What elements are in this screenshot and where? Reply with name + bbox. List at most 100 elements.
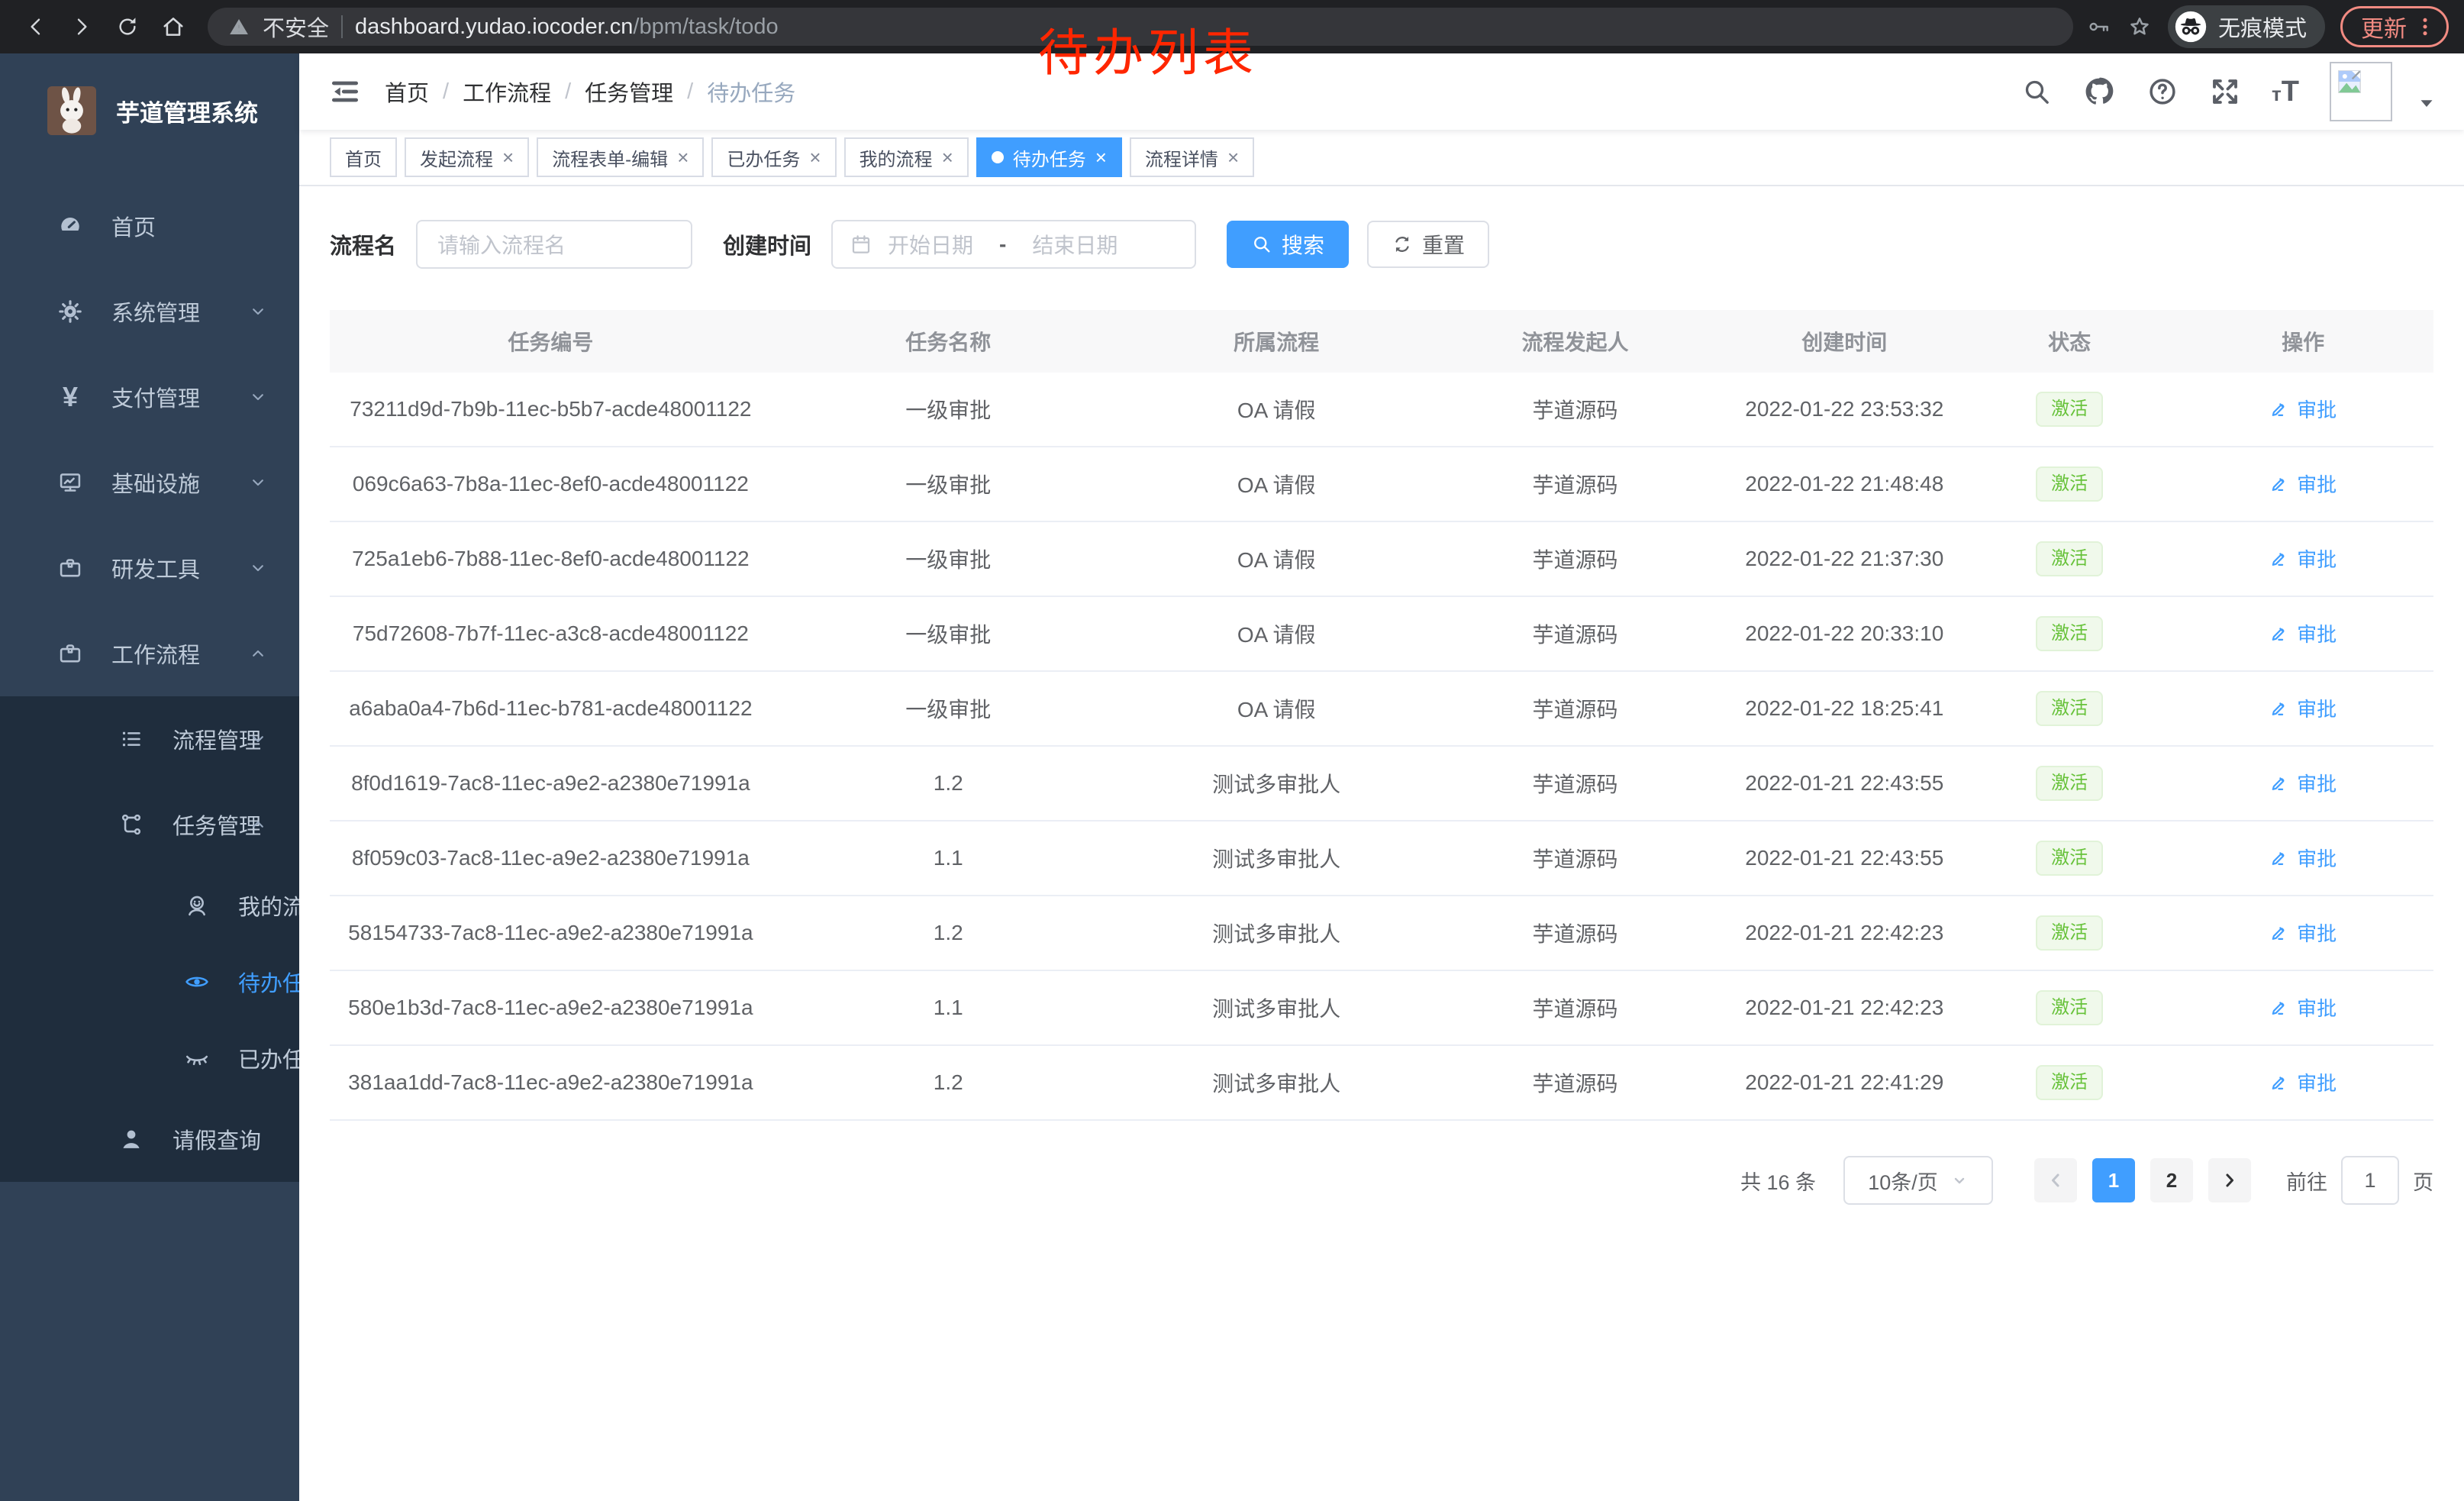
approve-button[interactable]: 审批 — [2269, 619, 2337, 647]
sidebar-item-infrastructure[interactable]: 基础设施 — [0, 440, 299, 525]
tab-todo-task[interactable]: 待办任务 × — [976, 137, 1122, 177]
date-range-input[interactable]: 开始日期 - 结束日期 — [831, 220, 1196, 269]
tab-label: 待办任务 — [1013, 144, 1086, 171]
approve-button[interactable]: 审批 — [2269, 544, 2337, 573]
more-vertical-icon[interactable] — [2413, 15, 2437, 39]
page-size-select[interactable]: 10条/页 — [1843, 1156, 1993, 1205]
sidebar-logo-row[interactable]: 芋道管理系统 — [0, 53, 299, 168]
incognito-badge[interactable]: 无痕模式 — [2168, 5, 2325, 48]
page-button-1[interactable]: 1 — [2092, 1158, 2135, 1202]
warning-icon — [227, 15, 250, 38]
address-bar[interactable]: 不安全 dashboard.yudao.iocoder.cn/bpm/task/… — [208, 8, 2073, 46]
approve-button[interactable]: 审批 — [2269, 395, 2337, 423]
approve-button[interactable]: 审批 — [2269, 918, 2337, 947]
top-navbar: 首页/ 工作流程/ 任务管理/ 待办任务 тT — [299, 53, 2464, 130]
sidebar-item-payment[interactable]: ¥支付管理 — [0, 354, 299, 440]
start-date-placeholder: 开始日期 — [888, 229, 973, 260]
cell: 芋道源码 — [1428, 1067, 1723, 1098]
caret-down-icon[interactable] — [2415, 92, 2438, 115]
approve-button[interactable]: 审批 — [2269, 694, 2337, 722]
fullscreen-icon[interactable] — [2209, 76, 2241, 108]
cell: 一级审批 — [772, 618, 1125, 649]
cell: OA 请假 — [1125, 544, 1428, 574]
sidebar: 芋道管理系统 首页系统管理¥支付管理基础设施研发工具工作流程流程管理任务管理我的… — [0, 53, 299, 1501]
cell: 测试多审批人 — [1125, 993, 1428, 1023]
search-button[interactable]: 搜索 — [1227, 221, 1349, 268]
cell: 测试多审批人 — [1125, 1067, 1428, 1098]
search-icon[interactable] — [2021, 76, 2052, 107]
sidebar-item-task-mgmt[interactable]: 任务管理 — [0, 782, 299, 867]
sidebar-toggle-icon[interactable] — [328, 75, 362, 108]
reload-icon[interactable] — [107, 6, 148, 47]
home-icon[interactable] — [153, 6, 194, 47]
key-icon[interactable] — [2087, 15, 2111, 39]
broken-image-icon — [2334, 66, 2365, 97]
table-header: 任务编号任务名称所属流程流程发起人创建时间状态操作 — [330, 310, 2433, 373]
cell: a6aba0a4-7b6d-11ec-b781-acde48001122 — [330, 696, 772, 721]
close-icon[interactable]: × — [502, 147, 514, 167]
monitor-icon — [53, 470, 87, 495]
cell: 芋道源码 — [1428, 693, 1723, 724]
sidebar-item-dev-tools[interactable]: 研发工具 — [0, 525, 299, 611]
tab-process-detail[interactable]: 流程详情× — [1130, 137, 1254, 177]
close-icon[interactable]: × — [1095, 147, 1107, 167]
goto-page-input[interactable]: 1 — [2341, 1156, 2399, 1205]
breadcrumb-home[interactable]: 首页 — [385, 76, 429, 108]
close-icon[interactable]: × — [677, 147, 689, 167]
url-path[interactable]: /bpm/task/todo — [633, 15, 778, 39]
user-icon — [114, 1126, 148, 1152]
next-page-button[interactable] — [2208, 1158, 2251, 1202]
column-header: 创建时间 — [1722, 326, 1966, 357]
approve-button[interactable]: 审批 — [2269, 769, 2337, 797]
status-badge: 激活 — [2036, 541, 2103, 577]
update-button[interactable]: 更新 — [2340, 6, 2449, 47]
sidebar-item-home[interactable]: 首页 — [0, 183, 299, 269]
chevron-down-icon — [247, 301, 269, 322]
tab-start-process[interactable]: 发起流程× — [405, 137, 529, 177]
back-icon[interactable] — [15, 6, 56, 47]
page-button-2[interactable]: 2 — [2150, 1158, 2193, 1202]
sidebar-item-workflow[interactable]: 工作流程 — [0, 611, 299, 696]
breadcrumb-workflow[interactable]: 工作流程 — [463, 76, 551, 108]
close-icon[interactable]: × — [809, 147, 821, 167]
sidebar-item-leave-query[interactable]: 请假查询 — [0, 1096, 299, 1182]
tab-form-edit[interactable]: 流程表单-编辑× — [537, 137, 704, 177]
table-body: 73211d9d-7b9b-11ec-b5b7-acde48001122一级审批… — [330, 373, 2433, 1121]
help-icon[interactable] — [2146, 76, 2179, 108]
close-icon[interactable]: × — [942, 147, 953, 167]
close-icon[interactable]: × — [1227, 147, 1239, 167]
approve-button[interactable]: 审批 — [2269, 1068, 2337, 1096]
approve-button[interactable]: 审批 — [2269, 844, 2337, 872]
breadcrumb-task-mgmt[interactable]: 任务管理 — [585, 76, 673, 108]
sidebar-item-done-task[interactable]: 已办任务 — [0, 1020, 299, 1096]
table-row: 8f0d1619-7ac8-11ec-a9e2-a2380e71991a1.2测… — [330, 747, 2433, 822]
sidebar-item-process-mgmt[interactable]: 流程管理 — [0, 696, 299, 782]
github-icon[interactable] — [2082, 75, 2116, 108]
total-count: 共 16 条 — [1740, 1166, 1816, 1196]
forward-icon[interactable] — [61, 6, 102, 47]
font-size-icon[interactable]: тT — [2272, 77, 2299, 106]
sidebar-item-todo-task[interactable]: 待办任务 — [0, 944, 299, 1020]
tab-my-process[interactable]: 我的流程× — [844, 137, 969, 177]
status-badge: 激活 — [2036, 616, 2103, 652]
tab-home[interactable]: 首页 — [330, 137, 397, 177]
cell: 2022-01-22 21:37:30 — [1722, 547, 1966, 571]
calendar-icon — [850, 233, 872, 256]
dashboard-icon — [53, 213, 87, 239]
approve-button[interactable]: 审批 — [2269, 993, 2337, 1022]
approve-button[interactable]: 审批 — [2269, 470, 2337, 498]
security-label[interactable]: 不安全 — [263, 11, 329, 43]
sidebar-item-system[interactable]: 系统管理 — [0, 269, 299, 354]
column-header: 操作 — [2172, 326, 2433, 357]
chevron-up-icon — [247, 814, 269, 835]
url-host[interactable]: dashboard.yudao.iocoder.cn — [355, 15, 633, 39]
avatar[interactable] — [2330, 62, 2392, 121]
cell: 测试多审批人 — [1125, 843, 1428, 873]
reset-button[interactable]: 重置 — [1367, 221, 1489, 268]
pagination: 共 16 条 10条/页 12 前往 1 页 — [330, 1156, 2433, 1205]
bookmark-star-icon[interactable] — [2127, 14, 2153, 40]
prev-page-button[interactable] — [2034, 1158, 2077, 1202]
process-name-input[interactable]: 请输入流程名 — [416, 220, 692, 269]
tab-done-task[interactable]: 已办任务× — [711, 137, 836, 177]
sidebar-item-my-process[interactable]: 我的流程 — [0, 867, 299, 944]
